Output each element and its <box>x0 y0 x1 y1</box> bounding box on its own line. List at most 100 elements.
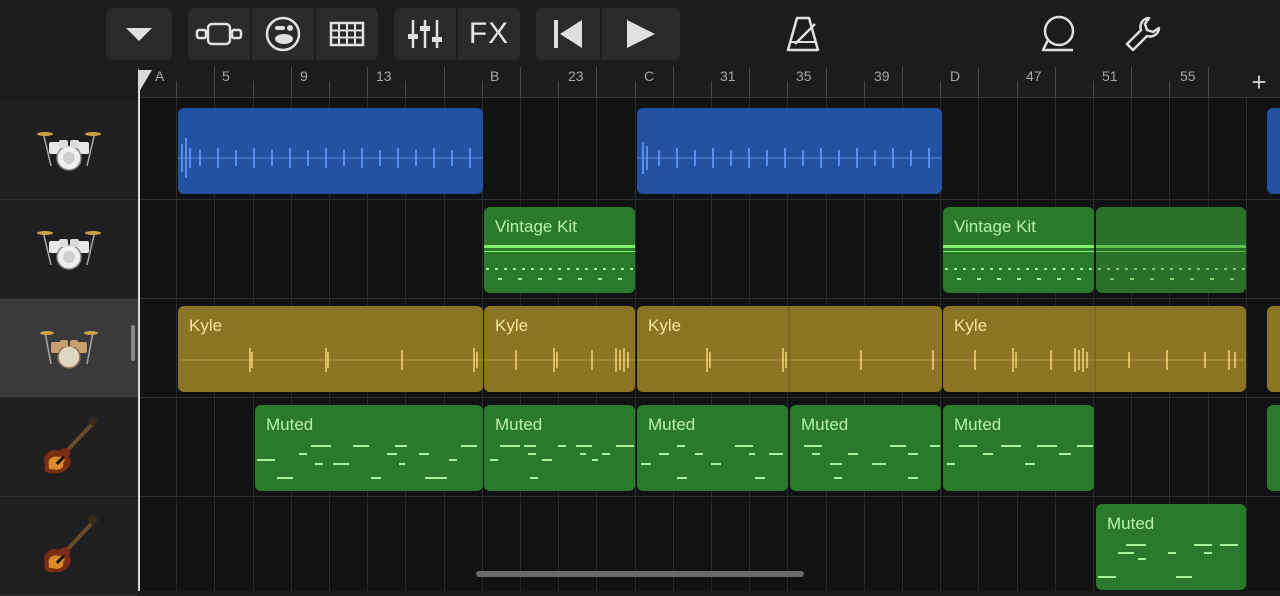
drum-kit-icon <box>37 131 101 171</box>
ruler-label: 39 <box>874 68 890 84</box>
ruler-label: 35 <box>796 68 812 84</box>
ruler-tick <box>176 81 177 97</box>
ruler-tick <box>826 67 827 97</box>
ruler-tick <box>367 67 368 97</box>
track-header-4[interactable] <box>0 398 138 497</box>
play-icon <box>627 20 655 48</box>
ruler-tick <box>214 67 215 97</box>
track-header-column <box>0 67 138 596</box>
midi-region[interactable]: Muted <box>1096 504 1246 590</box>
audio-region[interactable] <box>1267 108 1280 194</box>
audio-region[interactable] <box>637 108 942 194</box>
transport-buttons <box>536 8 680 60</box>
tracks-grid[interactable]: Vintage Kit Vintage Kit Kyle Kyle Kyle K… <box>138 98 1280 591</box>
loop-browser-button[interactable] <box>1036 8 1082 60</box>
ruler-tick <box>253 81 254 97</box>
play-button[interactable] <box>600 8 680 60</box>
ruler-tick <box>558 81 559 97</box>
midi-notes <box>804 445 940 479</box>
waveform <box>637 142 942 174</box>
ruler-tick <box>1131 67 1132 97</box>
ruler-tick <box>711 81 712 97</box>
audio-region[interactable]: Kyle <box>484 306 635 392</box>
timeline-ruler[interactable]: A 5 9 13 B 23 C 31 35 39 D 47 51 55 <box>138 67 1280 98</box>
audio-region[interactable] <box>1267 306 1280 392</box>
drummer-region[interactable]: Vintage Kit <box>943 207 1094 293</box>
midi-notes <box>490 445 634 479</box>
lane-separator <box>138 298 1280 299</box>
midi-region[interactable]: Muted <box>637 405 788 491</box>
ruler-tick <box>787 81 788 97</box>
go-to-beginning-icon <box>554 20 582 48</box>
grid-view-button[interactable] <box>314 8 378 60</box>
ruler-label: 5 <box>222 68 230 84</box>
ruler-tick <box>482 81 483 97</box>
sliders-icon <box>408 20 442 48</box>
lane-separator <box>138 199 1280 200</box>
waveform <box>637 306 942 392</box>
playhead[interactable] <box>138 70 140 591</box>
midi-region[interactable]: Muted <box>255 405 483 491</box>
ruler-tick <box>1169 81 1170 97</box>
ruler-tick <box>291 67 292 97</box>
horizontal-scroll-indicator[interactable] <box>476 571 804 577</box>
tracks-view-icon <box>195 22 243 46</box>
grid-line <box>1246 98 1247 591</box>
midi-region[interactable] <box>1267 405 1280 491</box>
metronome-button[interactable] <box>780 8 826 60</box>
track-header-3[interactable] <box>0 299 138 398</box>
audio-region[interactable]: Kyle <box>178 306 483 392</box>
bass-guitar-icon <box>44 416 98 474</box>
midi-notes <box>1098 544 1238 578</box>
midi-region[interactable]: Muted <box>484 405 635 491</box>
midi-region[interactable]: Muted <box>790 405 941 491</box>
ruler-label: 13 <box>376 68 392 84</box>
audio-region[interactable] <box>178 108 483 194</box>
midi-notes <box>641 445 783 479</box>
tracks-view-button[interactable] <box>188 8 250 60</box>
ruler-tick <box>940 81 941 97</box>
vertical-scroll-indicator[interactable] <box>131 325 135 361</box>
playhead-handle[interactable] <box>139 70 152 92</box>
audio-region[interactable]: Kyle <box>943 306 1246 392</box>
audio-region[interactable]: Kyle <box>637 306 942 392</box>
ruler-label: 55 <box>1180 68 1196 84</box>
go-to-beginning-button[interactable] <box>536 8 600 60</box>
midi-region[interactable]: Muted <box>943 405 1094 491</box>
ruler-tick <box>749 67 750 97</box>
grid-line <box>635 98 636 591</box>
ruler-label: 9 <box>300 68 308 84</box>
midi-notes <box>257 445 477 479</box>
drum-kit-icon <box>40 331 98 369</box>
drummer-region[interactable]: Vintage Kit <box>484 207 635 293</box>
settings-button[interactable] <box>1120 8 1166 60</box>
ruler-label: B <box>490 68 500 84</box>
track-header-5[interactable] <box>0 497 138 596</box>
mixer-button[interactable] <box>394 8 456 60</box>
waveform <box>178 138 483 178</box>
waveform <box>484 348 635 372</box>
waveform <box>943 306 1246 392</box>
fx-label: FX <box>468 17 510 50</box>
track-header-2[interactable] <box>0 200 138 299</box>
drummer-pattern <box>484 245 635 280</box>
ruler-tick <box>1055 67 1056 97</box>
ruler-tick <box>520 67 521 97</box>
ruler-tick <box>1017 81 1018 97</box>
drummer-region-loop[interactable] <box>1096 207 1246 293</box>
grid-view-icon <box>329 21 365 47</box>
drummer-pattern <box>943 245 1094 280</box>
toolbar: FX <box>0 0 1280 67</box>
track-header-1[interactable] <box>0 101 138 200</box>
ruler-tick <box>864 81 865 97</box>
fx-button[interactable]: FX <box>456 8 520 60</box>
instrument-button[interactable] <box>250 8 314 60</box>
menu-button[interactable] <box>106 8 172 60</box>
drum-kit-icon <box>37 230 101 270</box>
ruler-tick <box>405 81 406 97</box>
drummer-pattern <box>1096 245 1246 280</box>
view-buttons <box>188 8 378 60</box>
add-section-button[interactable]: + <box>1238 67 1280 97</box>
chevron-down-icon <box>106 8 172 60</box>
loop-browser-icon <box>1041 15 1075 52</box>
